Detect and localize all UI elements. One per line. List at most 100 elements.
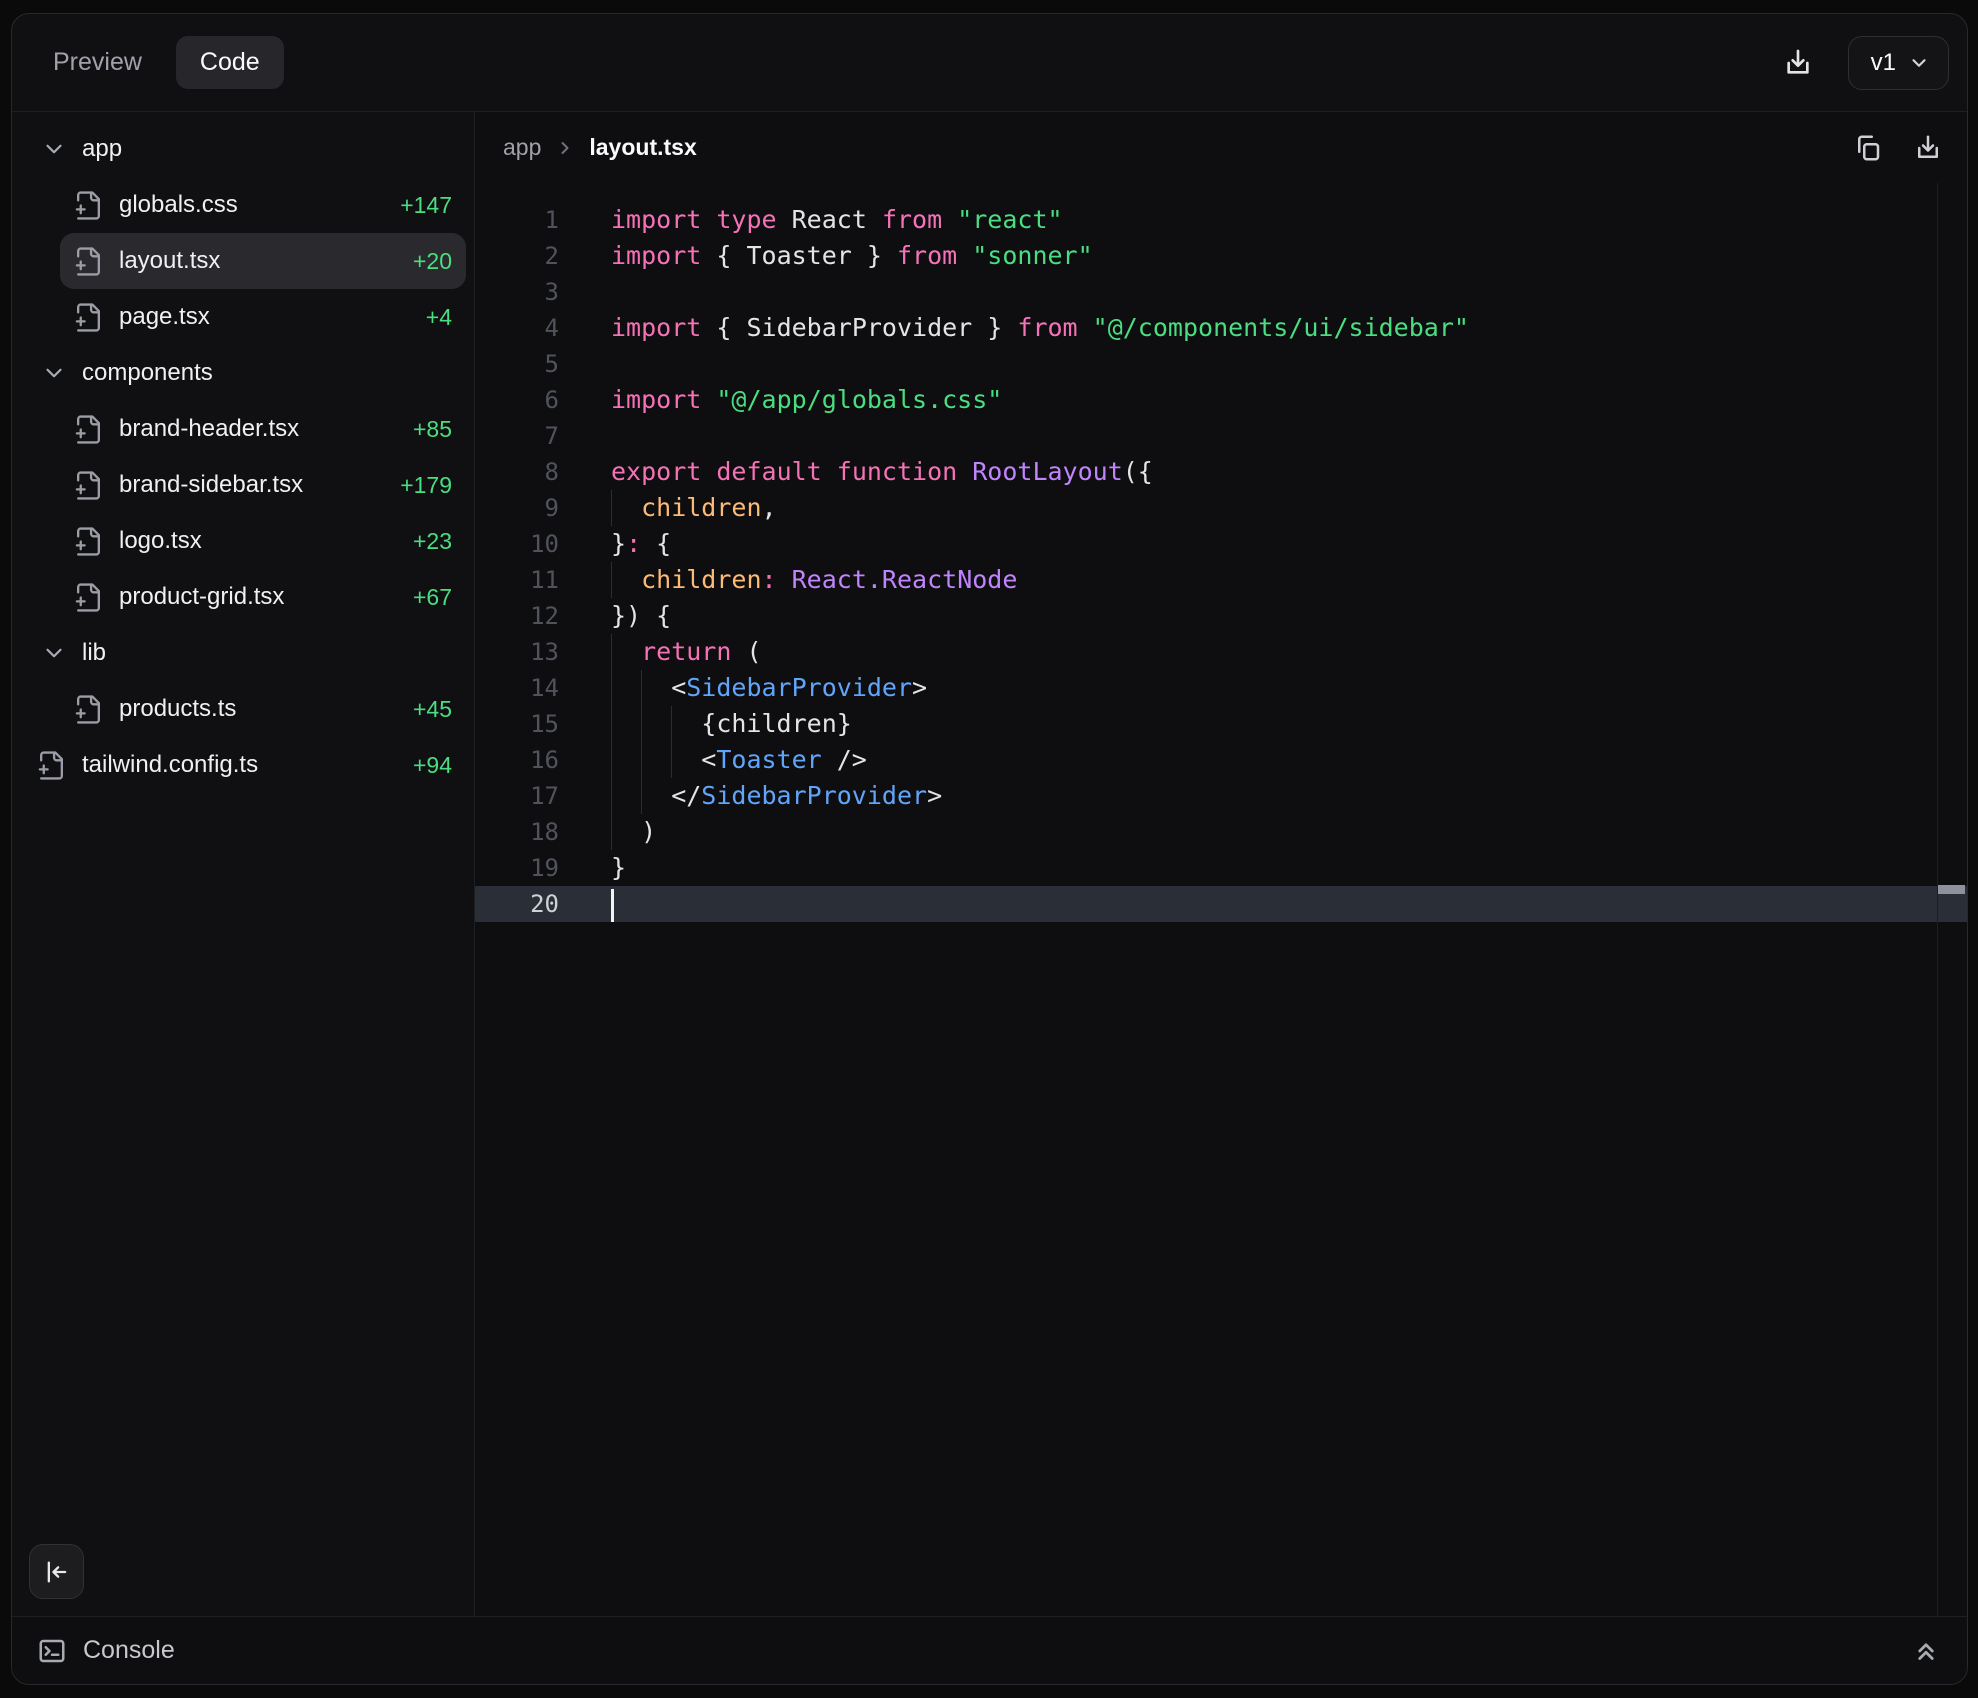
version-dropdown[interactable]: v1: [1848, 36, 1949, 90]
line-code: }) {: [611, 598, 1967, 634]
text-caret: [611, 889, 614, 922]
code-line-6[interactable]: 6import "@/app/globals.css": [475, 382, 1967, 418]
indent-guide: [611, 778, 641, 814]
code-line-16[interactable]: 16<Toaster />: [475, 742, 1967, 778]
code-lines: 1import type React from "react"2import {…: [475, 202, 1967, 922]
line-code: export default function RootLayout({: [611, 454, 1967, 490]
chevron-right-icon: [555, 138, 575, 158]
tree-item-label: globals.css: [119, 191, 238, 219]
diff-added-badge: +179: [400, 472, 466, 499]
tree-item-lib[interactable]: lib: [12, 625, 466, 681]
code-line-2[interactable]: 2import { Toaster } from "sonner": [475, 238, 1967, 274]
code-line-12[interactable]: 12}) {: [475, 598, 1967, 634]
tree-item-components[interactable]: components: [12, 345, 466, 401]
file-plus-icon: [73, 526, 104, 557]
copy-code-button[interactable]: [1853, 133, 1883, 163]
chevron-down-icon: [41, 136, 67, 162]
tab-code[interactable]: Code: [176, 36, 284, 89]
download-button[interactable]: [1782, 47, 1814, 79]
file-plus-icon: [73, 190, 104, 221]
line-code: return (: [611, 634, 1967, 670]
expand-console-button[interactable]: [1911, 1636, 1941, 1666]
version-label: v1: [1871, 49, 1896, 77]
code-line-15[interactable]: 15{children}: [475, 706, 1967, 742]
line-number: 17: [475, 782, 559, 810]
tree-item-tailwind-config-ts[interactable]: tailwind.config.ts +94: [12, 737, 466, 793]
tree-item-products-ts[interactable]: products.ts +45: [12, 681, 466, 737]
code-line-1[interactable]: 1import type React from "react": [475, 202, 1967, 238]
tree-item-label: products.ts: [119, 695, 236, 723]
diff-added-badge: +147: [400, 192, 466, 219]
tree-item-app[interactable]: app: [12, 121, 466, 177]
code-line-11[interactable]: 11 children: React.ReactNode: [475, 562, 1967, 598]
tree-item-page-tsx[interactable]: page.tsx+4: [12, 289, 466, 345]
download-file-button[interactable]: [1913, 133, 1943, 163]
line-number: 2: [475, 242, 559, 270]
breadcrumb-file: layout.tsx: [589, 134, 696, 161]
code-line-3[interactable]: 3: [475, 274, 1967, 310]
code-actions: [1853, 133, 1943, 163]
line-code: }: [611, 850, 1967, 886]
code-line-14[interactable]: 14<SidebarProvider>: [475, 670, 1967, 706]
line-number: 4: [475, 314, 559, 342]
line-number: 5: [475, 350, 559, 378]
file-plus-icon: [73, 694, 104, 725]
console-toggle[interactable]: Console: [37, 1636, 175, 1666]
tree-item-label: app: [82, 135, 122, 163]
editor-scrollbar-track[interactable]: [1937, 183, 1938, 1616]
diff-added-badge: +94: [413, 752, 466, 779]
code-editor[interactable]: 1import type React from "react"2import {…: [475, 183, 1967, 1616]
topbar: Preview Code v1: [12, 14, 1967, 112]
copy-icon: [1853, 133, 1883, 163]
tree-item-label: page.tsx: [119, 303, 210, 331]
tree-item-label: brand-header.tsx: [119, 415, 299, 443]
line-number: 14: [475, 674, 559, 702]
chevron-down-icon: [41, 360, 67, 386]
file-plus-icon: [73, 470, 104, 501]
indent-guide: [641, 742, 671, 778]
line-code: children: React.ReactNode: [611, 562, 1967, 598]
editor-scrollbar-thumb[interactable]: [1938, 885, 1965, 894]
file-plus-icon: [73, 414, 104, 445]
tree-item-label: lib: [82, 639, 106, 667]
tab-preview[interactable]: Preview: [49, 36, 146, 89]
line-number: 13: [475, 638, 559, 666]
line-number: 11: [475, 566, 559, 594]
diff-added-badge: +45: [413, 696, 466, 723]
line-number: 18: [475, 818, 559, 846]
code-line-18[interactable]: 18): [475, 814, 1967, 850]
collapse-sidebar-button[interactable]: [29, 1544, 84, 1599]
line-number: 20: [475, 890, 559, 918]
line-number: 7: [475, 422, 559, 450]
tree-item-label: layout.tsx: [119, 247, 220, 275]
tree-item-brand-header-tsx[interactable]: brand-header.tsx+85: [12, 401, 466, 457]
line-number: 8: [475, 458, 559, 486]
line-code: [611, 346, 1967, 382]
code-line-5[interactable]: 5: [475, 346, 1967, 382]
tree-item-layout-tsx[interactable]: layout.tsx+20: [60, 233, 466, 289]
code-line-19[interactable]: 19}: [475, 850, 1967, 886]
code-line-10[interactable]: 10}: {: [475, 526, 1967, 562]
code-line-13[interactable]: 13 return (: [475, 634, 1967, 670]
code-line-20[interactable]: 20: [475, 886, 1967, 922]
tree-item-logo-tsx[interactable]: logo.tsx+23: [12, 513, 466, 569]
tree-item-label: tailwind.config.ts: [82, 751, 258, 779]
code-line-9[interactable]: 9children,: [475, 490, 1967, 526]
tree-item-globals-css[interactable]: globals.css +147: [12, 177, 466, 233]
terminal-icon: [37, 1636, 67, 1666]
file-plus-icon: [73, 582, 104, 613]
line-number: 15: [475, 710, 559, 738]
code-line-17[interactable]: 17</SidebarProvider>: [475, 778, 1967, 814]
code-line-7[interactable]: 7: [475, 418, 1967, 454]
tree-item-brand-sidebar-tsx[interactable]: brand-sidebar.tsx+179: [12, 457, 466, 513]
code-line-4[interactable]: 4import { SidebarProvider } from "@/comp…: [475, 310, 1967, 346]
line-code: [611, 274, 1967, 310]
file-plus-icon: [73, 302, 104, 333]
breadcrumb-folder[interactable]: app: [503, 134, 541, 161]
tree-item-label: logo.tsx: [119, 527, 202, 555]
code-line-8[interactable]: 8 export default function RootLayout({: [475, 454, 1967, 490]
code-header: app layout.tsx: [475, 112, 1967, 183]
file-plus-icon: [36, 750, 67, 781]
indent-guide: [641, 670, 671, 706]
tree-item-product-grid-tsx[interactable]: product-grid.tsx+67: [12, 569, 466, 625]
